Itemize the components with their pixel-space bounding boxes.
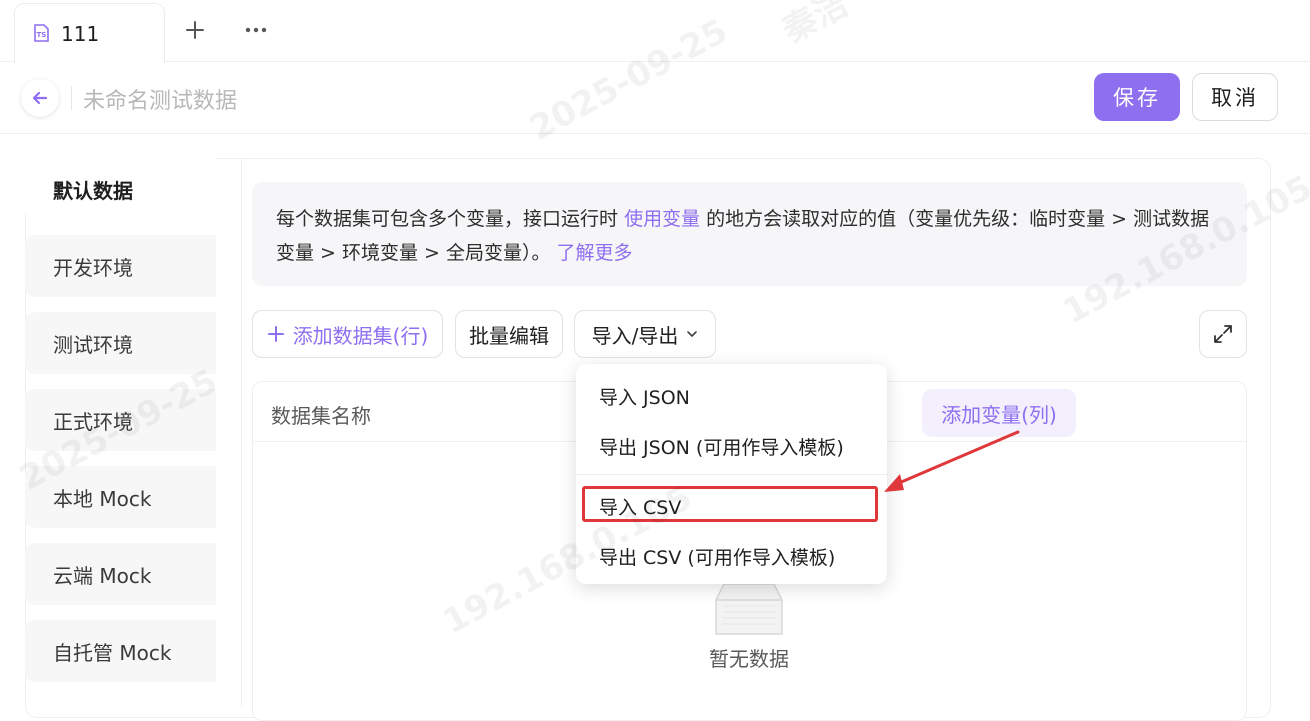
more-icon[interactable]	[241, 16, 271, 44]
sidebar-item-test[interactable]: 测试环境	[25, 312, 216, 374]
batch-edit-label: 批量编辑	[469, 323, 549, 348]
back-button[interactable]	[21, 79, 59, 117]
sidebar-item-label: 默认数据	[53, 178, 133, 203]
menu-divider	[576, 474, 887, 475]
sidebar-item-dev[interactable]: 开发环境	[25, 235, 216, 297]
menu-item-label: 导出 CSV (可用作导入模板)	[599, 546, 836, 569]
plus-icon	[267, 326, 284, 342]
sidebar-item-default[interactable]: 默认数据	[25, 158, 216, 220]
sidebar-item-label: 本地 Mock	[53, 486, 152, 511]
sidebar-item-label: 正式环境	[53, 409, 133, 434]
tab-bar: TS 111	[0, 0, 1310, 63]
expand-icon	[1214, 325, 1232, 343]
sidebar-divider	[241, 158, 242, 706]
sidebar-item-prod[interactable]: 正式环境	[25, 389, 216, 451]
header-divider	[71, 86, 72, 110]
import-export-button[interactable]: 导入/导出	[574, 310, 716, 358]
import-export-menu: 导入 JSON 导出 JSON (可用作导入模板) 导入 CSV 导出 CSV …	[576, 364, 887, 584]
tab-label: 111	[61, 22, 100, 46]
sidebar-item-label: 云端 Mock	[53, 563, 152, 588]
empty-state-text: 暂无数据	[709, 647, 789, 671]
save-button[interactable]: 保存	[1094, 73, 1180, 121]
svg-text:TS: TS	[37, 31, 47, 39]
info-text: 每个数据集可包含多个变量，接口运行时	[276, 208, 619, 230]
menu-item-import-csv[interactable]: 导入 CSV	[576, 482, 887, 530]
expand-button[interactable]	[1199, 310, 1247, 358]
plus-icon[interactable]	[181, 16, 209, 44]
tab-111[interactable]: TS 111	[14, 3, 165, 63]
title-input[interactable]: 未命名测试数据	[83, 83, 237, 115]
menu-item-label: 导出 JSON (可用作导入模板)	[599, 436, 844, 459]
sidebar-item-label: 测试环境	[53, 332, 133, 357]
sidebar-item-label: 开发环境	[53, 255, 133, 280]
menu-item-export-json[interactable]: 导出 JSON (可用作导入模板)	[576, 422, 887, 470]
add-dataset-label: 添加数据集(行)	[292, 323, 429, 348]
menu-item-label: 导入 CSV	[599, 496, 682, 519]
column-header-name: 数据集名称	[271, 404, 371, 428]
add-variable-button[interactable]: 添加变量(列)	[922, 389, 1076, 437]
add-dataset-button[interactable]: 添加数据集(行)	[252, 310, 443, 358]
batch-edit-button[interactable]: 批量编辑	[455, 310, 563, 358]
page-header: 未命名测试数据 保存 取消	[0, 62, 1310, 134]
import-export-label: 导入/导出	[591, 323, 679, 348]
sidebar-item-selfhosted-mock[interactable]: 自托管 Mock	[25, 620, 216, 682]
sidebar-item-label: 自托管 Mock	[53, 640, 172, 665]
use-variable-link[interactable]: 使用变量	[624, 208, 700, 230]
chevron-down-icon	[687, 331, 698, 337]
learn-more-link[interactable]: 了解更多	[557, 242, 633, 264]
menu-item-export-csv[interactable]: 导出 CSV (可用作导入模板)	[576, 532, 887, 580]
empty-box-icon	[715, 583, 783, 635]
arrow-left-icon	[32, 91, 48, 105]
info-banner: 每个数据集可包含多个变量，接口运行时 使用变量 的地方会读取对应的值（变量优先级…	[252, 182, 1247, 286]
menu-item-label: 导入 JSON	[599, 386, 690, 409]
sidebar-item-cloud-mock[interactable]: 云端 Mock	[25, 543, 216, 605]
ts-file-icon: TS	[34, 24, 49, 42]
cancel-button[interactable]: 取消	[1192, 73, 1278, 121]
sidebar-item-local-mock[interactable]: 本地 Mock	[25, 466, 216, 528]
menu-item-import-json[interactable]: 导入 JSON	[576, 372, 887, 420]
